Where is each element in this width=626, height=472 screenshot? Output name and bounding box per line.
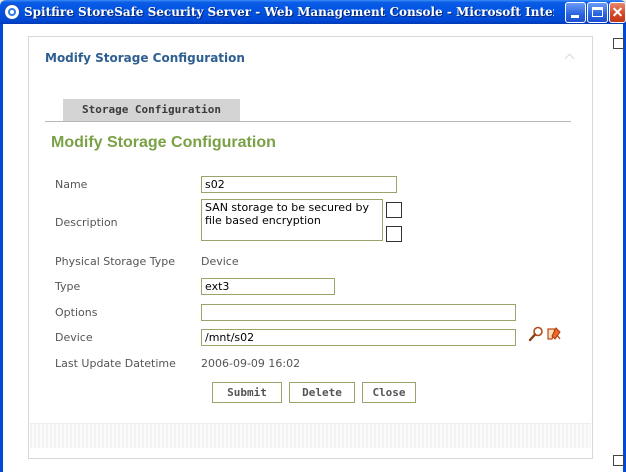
panel-header-title: Modify Storage Configuration: [45, 51, 245, 65]
window-title: Spitfire StoreSafe Security Server - Web…: [24, 5, 554, 19]
description-textarea[interactable]: SAN storage to be secured by file based …: [201, 199, 383, 241]
description-checkbox-2[interactable]: [386, 226, 402, 242]
window-title-bar[interactable]: Spitfire StoreSafe Security Server - Web…: [0, 0, 626, 24]
physical-storage-type-label: Physical Storage Type: [55, 255, 176, 268]
name-label: Name: [55, 178, 88, 191]
magnifier-icon[interactable]: [528, 326, 544, 342]
device-input[interactable]: [201, 329, 516, 346]
internet-explorer-icon[interactable]: [4, 4, 20, 20]
browser-content: Modify Storage Configuration Storage Con…: [0, 24, 626, 472]
form-title: Modify Storage Configuration: [51, 134, 276, 151]
last-update-label: Last Update Datetime: [55, 357, 176, 370]
options-input[interactable]: [201, 304, 516, 321]
tab-underline: [45, 121, 571, 122]
maximize-button[interactable]: [587, 2, 608, 23]
delete-button[interactable]: Delete: [289, 382, 355, 403]
corner-checkbox-top: [613, 38, 624, 49]
options-label: Options: [55, 306, 98, 319]
physical-storage-type-value: Device: [201, 255, 239, 268]
close-button[interactable]: Close: [362, 382, 416, 403]
submit-button[interactable]: Submit: [212, 382, 282, 403]
last-update-value: 2006-09-09 16:02: [201, 357, 301, 370]
minimize-button[interactable]: [565, 2, 586, 23]
device-label: Device: [55, 331, 93, 344]
description-checkbox-1[interactable]: [386, 202, 402, 218]
type-label: Type: [55, 280, 81, 293]
eraser-icon[interactable]: [546, 326, 562, 342]
name-input[interactable]: [201, 176, 397, 193]
modify-storage-dialog: Modify Storage Configuration Storage Con…: [28, 36, 593, 459]
collapse-caret-icon[interactable]: [564, 53, 575, 64]
tab-storage-configuration[interactable]: Storage Configuration: [63, 99, 240, 121]
type-input[interactable]: [201, 278, 335, 295]
description-label: Description: [55, 216, 118, 229]
corner-checkbox-bottom: [613, 455, 624, 466]
panel-footer: [30, 423, 591, 448]
close-window-button[interactable]: [609, 2, 626, 23]
